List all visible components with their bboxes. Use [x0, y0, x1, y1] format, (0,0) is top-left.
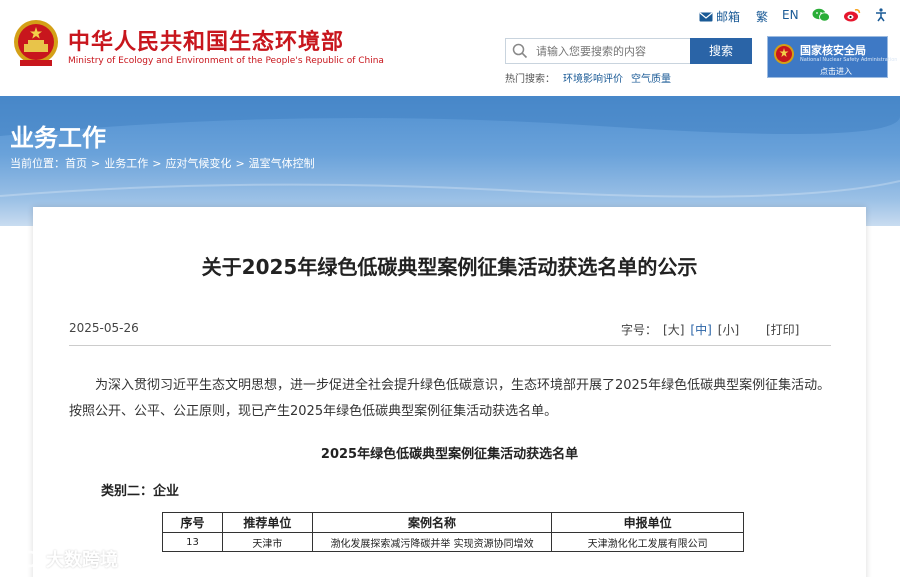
- font-size-large[interactable]: [大]: [663, 323, 684, 337]
- traditional-chinese-link[interactable]: 繁: [756, 8, 768, 25]
- column-header-case-name: 案例名称: [311, 512, 553, 533]
- accessibility-icon: [876, 8, 886, 22]
- divider: [69, 345, 831, 346]
- mail-icon: [699, 12, 713, 21]
- breadcrumb-climate[interactable]: 应对气候变化: [165, 157, 231, 170]
- mail-link[interactable]: 邮箱: [699, 8, 740, 25]
- site-name-en: Ministry of Ecology and Environment of t…: [68, 56, 384, 66]
- site-name-cn[interactable]: 中华人民共和国生态环境部: [68, 24, 344, 56]
- search-button[interactable]: 搜索: [690, 38, 752, 64]
- winners-table: 序号 推荐单位 案例名称 申报单位 13 天津市 渤化发展探索减污降碳并举 实现…: [162, 512, 744, 552]
- nnsa-name-cn: 国家核安全局: [800, 44, 866, 57]
- search-box: [505, 38, 691, 64]
- site-header: 中华人民共和国生态环境部 Ministry of Ecology and Env…: [0, 0, 900, 96]
- column-header-applicant: 申报单位: [551, 512, 744, 533]
- wechat-link[interactable]: [812, 8, 830, 22]
- hot-search-label: 热门搜索：: [505, 74, 555, 85]
- accessibility-link[interactable]: [874, 8, 888, 22]
- breadcrumb-separator: >: [152, 157, 162, 170]
- category-heading: 类别二：企业: [101, 484, 180, 499]
- article-paragraph: 为深入贯彻习近平生态文明思想，进一步促进全社会提升绿色低碳意识，生态环境部开展了…: [69, 378, 831, 419]
- nnsa-name-en: National Nuclear Safety Administration: [800, 57, 898, 63]
- weibo-link[interactable]: [843, 8, 861, 22]
- font-size-switcher: 字号： [大] [中] [小]: [621, 321, 745, 338]
- list-title: 2025年绿色低碳典型案例征集活动获选名单: [320, 447, 579, 462]
- watermark-text: 大数跨境: [46, 550, 118, 571]
- breadcrumb-label: 当前位置：: [10, 157, 65, 170]
- hot-term-eia[interactable]: 环境影响评价: [563, 74, 623, 85]
- breadcrumb-separator: >: [91, 157, 101, 170]
- section-title: 业务工作: [10, 124, 106, 152]
- table-header-row: 序号 推荐单位 案例名称 申报单位: [162, 512, 744, 533]
- article-date: 2025-05-26: [69, 321, 139, 335]
- cell-applicant: 天津渤化化工发展有限公司: [551, 532, 744, 552]
- watermark: 大数跨境: [10, 546, 118, 572]
- column-header-recommender: 推荐单位: [221, 512, 313, 533]
- mail-label: 邮箱: [716, 10, 741, 24]
- font-size-label: 字号：: [621, 323, 658, 337]
- wechat-icon: [812, 8, 830, 22]
- nnsa-enter-label: 点击进入: [820, 67, 852, 76]
- top-links: 邮箱 繁 EN: [0, 8, 900, 26]
- cell-index: 13: [162, 532, 223, 552]
- watermark-logo-icon: [10, 550, 39, 568]
- breadcrumb-ghg-control[interactable]: 温室气体控制: [249, 157, 315, 170]
- table-row: 13 天津市 渤化发展探索减污降碳并举 实现资源协同增效 天津渤化化工发展有限公…: [162, 532, 744, 552]
- cell-case-name: 渤化发展探索减污降碳并举 实现资源协同增效: [311, 532, 553, 552]
- hot-term-air-quality[interactable]: 空气质量: [631, 74, 671, 85]
- font-size-medium[interactable]: [中]: [690, 323, 711, 337]
- article-title: 关于2025年绿色低碳典型案例征集活动获选名单的公示: [201, 255, 698, 279]
- hot-search: 热门搜索： 环境影响评价 空气质量: [505, 70, 679, 85]
- nnsa-banner-link[interactable]: 国家核安全局 National Nuclear Safety Administr…: [767, 36, 897, 78]
- weibo-icon: [844, 9, 861, 22]
- nnsa-emblem-icon: [774, 44, 794, 64]
- search-icon: [512, 43, 528, 59]
- column-header-index: 序号: [162, 512, 223, 533]
- breadcrumb: 当前位置：首页 > 业务工作 > 应对气候变化 > 温室气体控制: [10, 155, 315, 171]
- english-link[interactable]: EN: [782, 8, 799, 22]
- breadcrumb-business[interactable]: 业务工作: [104, 157, 148, 170]
- print-link[interactable]: [打印]: [766, 321, 799, 338]
- search-input[interactable]: [536, 39, 686, 63]
- breadcrumb-separator: >: [235, 157, 245, 170]
- cell-recommender: 天津市: [221, 532, 313, 552]
- article-card: 关于2025年绿色低碳典型案例征集活动获选名单的公示 2025-05-26 字号…: [33, 207, 866, 577]
- font-size-small[interactable]: [小]: [718, 323, 739, 337]
- breadcrumb-home[interactable]: 首页: [65, 157, 87, 170]
